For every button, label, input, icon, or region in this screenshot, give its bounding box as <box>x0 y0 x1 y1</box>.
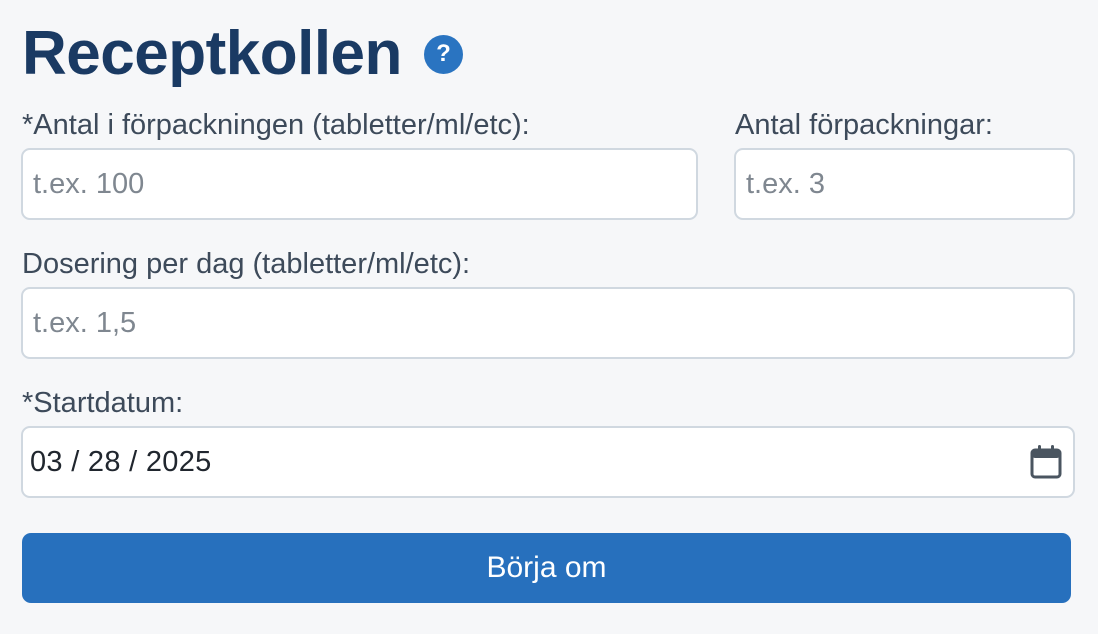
start-date-value[interactable]: 03 / 28 / 2025 <box>30 446 212 479</box>
daily-dose-label: Dosering per dag (tabletter/ml/etc): <box>22 248 471 280</box>
reset-button[interactable]: Börja om <box>22 533 1071 603</box>
header: Receptkollen ? <box>22 14 463 94</box>
page-title: Receptkollen <box>22 19 402 88</box>
receptkollen-app: Receptkollen ? *Antal i förpackningen (t… <box>0 0 1098 634</box>
question-circle-icon[interactable]: ? <box>423 34 463 74</box>
package-count-input[interactable] <box>746 167 1073 201</box>
start-date-label: *Startdatum: <box>22 387 184 419</box>
start-date-field[interactable]: 03 / 28 / 2025 <box>21 426 1075 498</box>
daily-dose-field[interactable] <box>21 287 1075 359</box>
package-count-field[interactable] <box>734 148 1075 220</box>
calendar-icon[interactable] <box>1029 444 1063 480</box>
units-per-package-label: *Antal i förpackningen (tabletter/ml/etc… <box>22 109 530 141</box>
package-count-label: Antal förpackningar: <box>735 109 993 141</box>
units-per-package-input[interactable] <box>33 167 696 201</box>
daily-dose-input[interactable] <box>33 306 1073 340</box>
units-per-package-field[interactable] <box>21 148 698 220</box>
